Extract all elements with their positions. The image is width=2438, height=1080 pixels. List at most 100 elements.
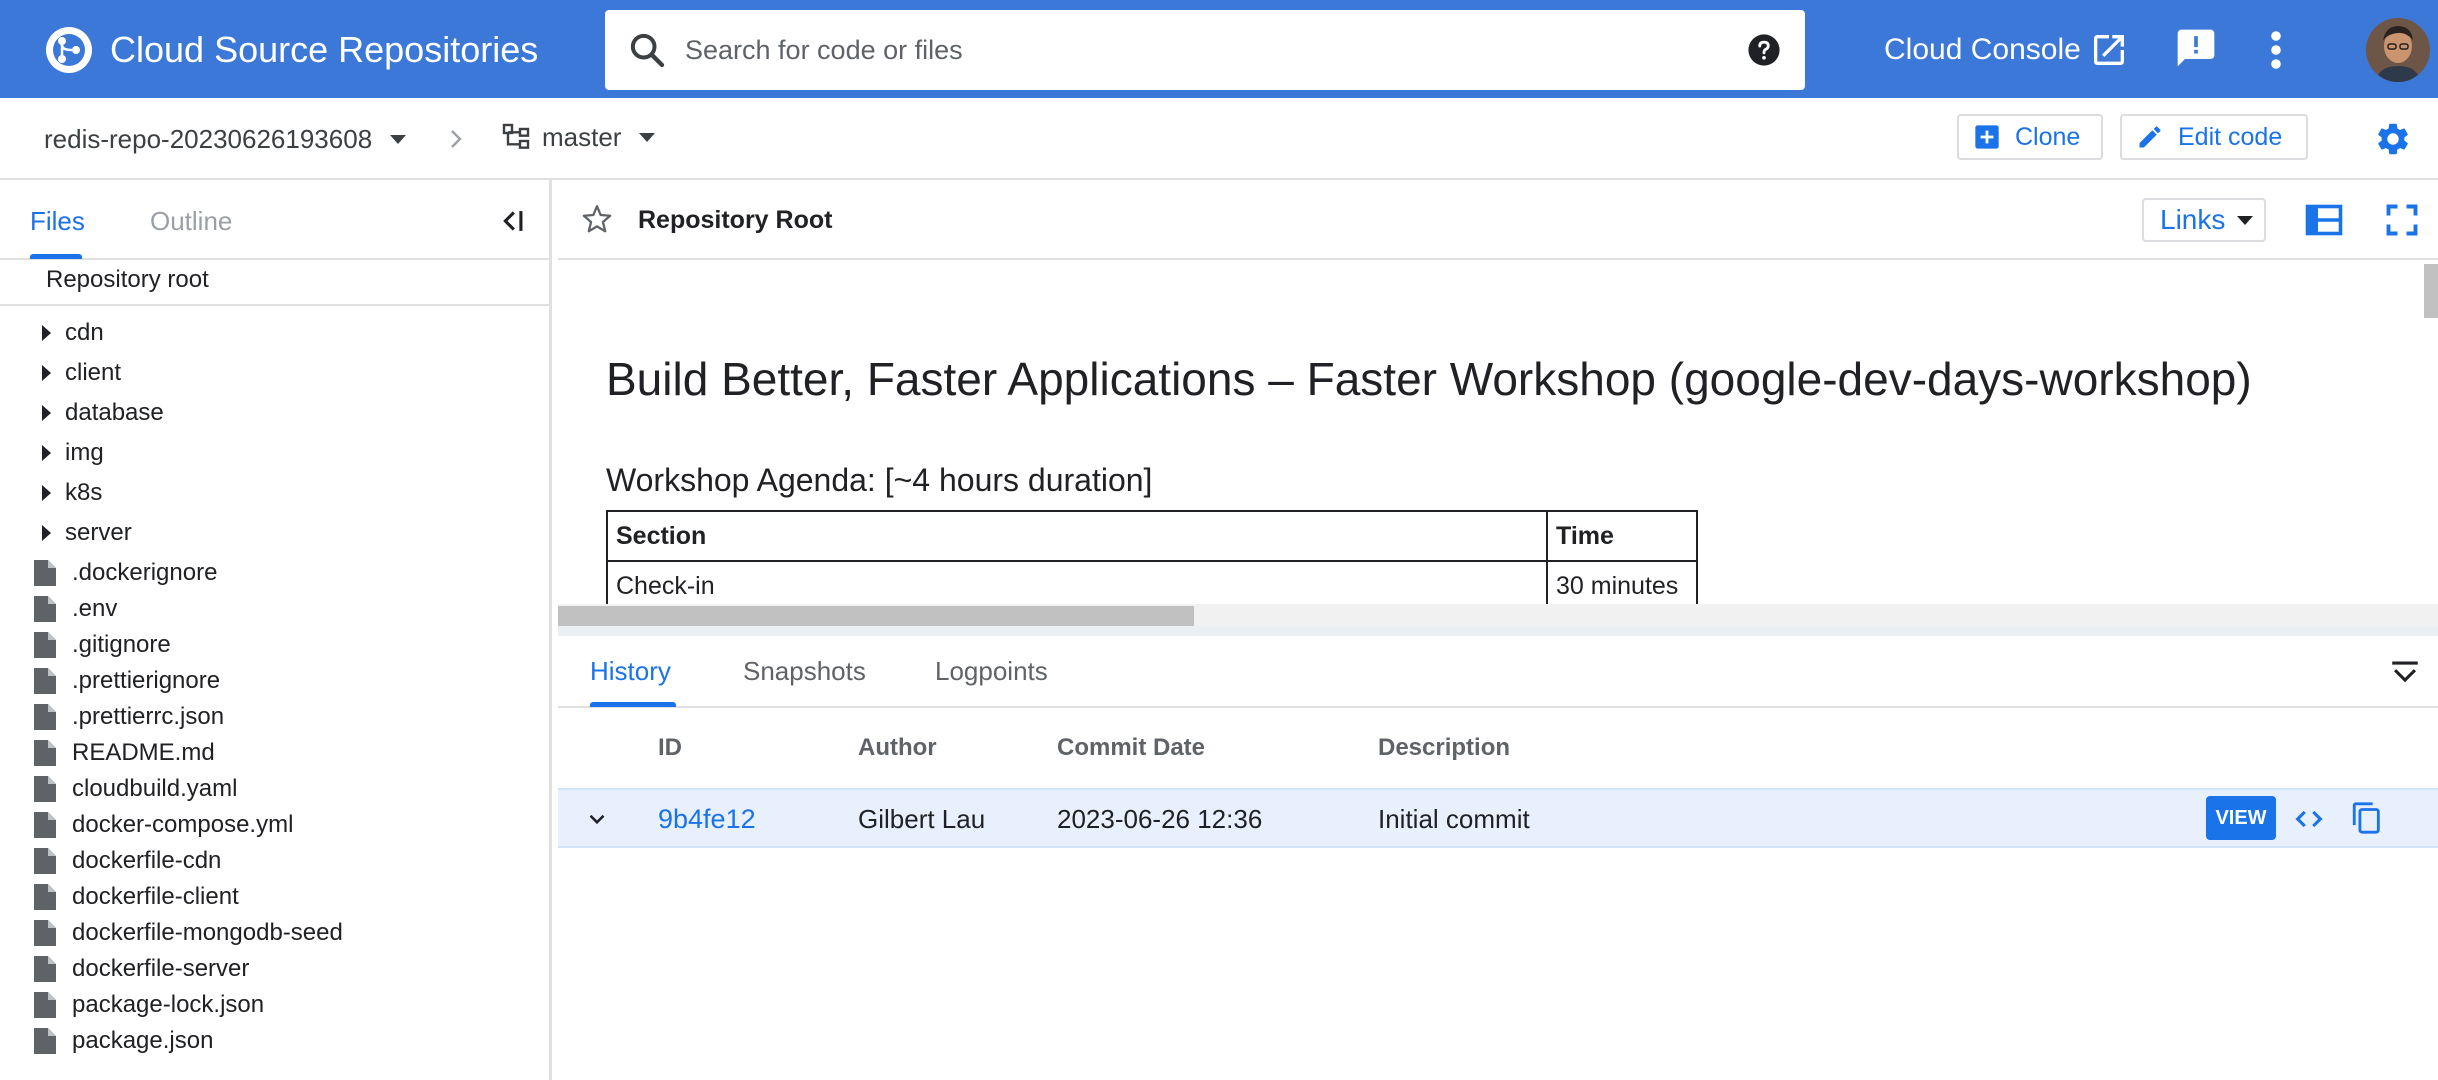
clone-button[interactable]: Clone (1957, 114, 2103, 160)
folder-item[interactable]: img (0, 436, 104, 470)
agenda-table: Section Time Check-in 30 minutes (606, 510, 1698, 612)
search-icon[interactable] (627, 30, 667, 70)
search-input[interactable] (685, 24, 1685, 76)
column-header-author: Author (858, 734, 937, 761)
tab-logpoints[interactable]: Logpoints (935, 656, 1048, 687)
expand-arrow-icon[interactable] (42, 365, 51, 381)
pencil-icon (2139, 126, 2161, 148)
file-item[interactable]: package.json (0, 1024, 213, 1058)
file-icon (34, 920, 56, 946)
column-header-id: ID (658, 734, 682, 761)
repo-name: redis-repo-20230626193608 (44, 123, 373, 154)
file-label: cloudbuild.yaml (72, 775, 238, 802)
repository-root-row[interactable]: Repository root (0, 260, 549, 306)
commit-id-link[interactable]: 9b4fe12 (658, 804, 756, 835)
file-item[interactable]: .env (0, 592, 117, 626)
chevron-down-icon[interactable] (584, 806, 610, 832)
branch-icon (502, 123, 530, 149)
expand-arrow-icon[interactable] (42, 525, 51, 541)
help-icon[interactable] (1747, 33, 1781, 67)
horizontal-scrollbar-thumb[interactable] (558, 606, 1194, 626)
tab-outline[interactable]: Outline (150, 206, 232, 237)
table-header-cell: Time (1546, 510, 1698, 562)
folder-item[interactable]: server (0, 516, 132, 550)
edit-code-button[interactable]: Edit code (2120, 114, 2308, 160)
file-item[interactable]: docker-compose.yml (0, 808, 293, 842)
file-icon (34, 740, 56, 766)
file-item[interactable]: dockerfile-server (0, 952, 249, 986)
user-avatar[interactable] (2366, 18, 2430, 82)
tab-snapshots[interactable]: Snapshots (743, 656, 866, 687)
file-icon (34, 848, 56, 874)
file-item[interactable]: package-lock.json (0, 988, 264, 1022)
file-label: .prettierrc.json (72, 703, 225, 730)
file-sidebar: Files Outline Repository root cdn client… (0, 180, 552, 1080)
file-item[interactable]: .dockerignore (0, 556, 217, 590)
file-icon (34, 884, 56, 910)
table-row[interactable]: 9b4fe12 Gilbert Lau 2023-06-26 12:36 Ini… (558, 788, 2438, 848)
history-tabs: History Snapshots Logpoints (558, 636, 2438, 708)
file-icon (34, 632, 56, 658)
star-icon[interactable] (580, 202, 614, 236)
column-header-description: Description (1378, 734, 1511, 761)
file-label: dockerfile-mongodb-seed (72, 919, 343, 946)
file-item[interactable]: .prettierrc.json (0, 700, 224, 734)
code-icon[interactable] (2292, 802, 2326, 836)
commit-description: Initial commit (1378, 804, 1530, 834)
branch-selector[interactable]: master (500, 116, 656, 158)
links-dropdown[interactable]: Links (2142, 198, 2266, 242)
split-layout-icon[interactable] (2304, 202, 2344, 238)
file-item[interactable]: README.md (0, 736, 215, 770)
panel-resize-handle[interactable] (558, 626, 2438, 636)
repo-selector[interactable]: redis-repo-20230626193608 (44, 118, 407, 160)
gear-icon[interactable] (2374, 120, 2412, 158)
file-label: README.md (72, 739, 215, 766)
app-title[interactable]: Cloud Source Repositories (110, 26, 538, 74)
source-repositories-logo-icon[interactable] (44, 25, 94, 75)
collapse-panel-icon[interactable] (2388, 656, 2422, 690)
table-header-cell: Section (606, 510, 1548, 562)
file-item[interactable]: .gitignore (0, 628, 171, 662)
collapse-sidebar-icon[interactable] (494, 204, 528, 238)
file-icon (34, 596, 56, 622)
search-bar[interactable] (605, 10, 1805, 90)
tab-history[interactable]: History (590, 656, 671, 687)
add-box-icon (1975, 125, 1999, 149)
file-item[interactable]: dockerfile-client (0, 880, 239, 914)
view-button[interactable]: VIEW (2206, 796, 2276, 840)
folder-item[interactable]: k8s (0, 476, 102, 510)
file-icon (34, 560, 56, 586)
feedback-icon[interactable] (2174, 26, 2218, 70)
column-header-commit-date: Commit Date (1057, 734, 1206, 761)
fullscreen-icon[interactable] (2384, 202, 2420, 238)
file-item[interactable]: dockerfile-mongodb-seed (0, 916, 343, 950)
active-tab-indicator (30, 254, 82, 259)
history-panel: History Snapshots Logpoints ID Author Co… (558, 636, 2438, 1080)
expand-arrow-icon[interactable] (42, 325, 51, 341)
table-header-row: Section Time (606, 510, 1698, 562)
expand-arrow-icon[interactable] (42, 405, 51, 421)
folder-label: database (65, 399, 164, 426)
dropdown-caret-icon (390, 134, 407, 144)
file-item[interactable]: .prettierignore (0, 664, 220, 698)
vertical-scrollbar[interactable] (2424, 264, 2438, 318)
expand-arrow-icon[interactable] (42, 485, 51, 501)
folder-item[interactable]: cdn (0, 316, 104, 350)
copy-icon[interactable] (2350, 800, 2384, 836)
file-item[interactable]: cloudbuild.yaml (0, 772, 237, 806)
folder-item[interactable]: client (0, 356, 121, 390)
file-item[interactable]: dockerfile-cdn (0, 844, 221, 878)
more-vert-icon[interactable] (2258, 26, 2294, 74)
folder-item[interactable]: database (0, 396, 164, 430)
commit-author: Gilbert Lau (858, 804, 986, 834)
tab-files[interactable]: Files (30, 206, 85, 237)
expand-arrow-icon[interactable] (42, 445, 51, 461)
readme-subheading: Workshop Agenda: [~4 hours duration] (606, 462, 1153, 498)
file-label: dockerfile-server (72, 955, 250, 982)
folder-label: k8s (65, 479, 103, 506)
file-label: .env (72, 595, 118, 622)
cloud-console-link[interactable]: Cloud Console (1884, 25, 2129, 75)
repository-root-label: Repository root (46, 266, 209, 293)
file-icon (34, 668, 56, 694)
folder-label: cdn (65, 319, 104, 346)
